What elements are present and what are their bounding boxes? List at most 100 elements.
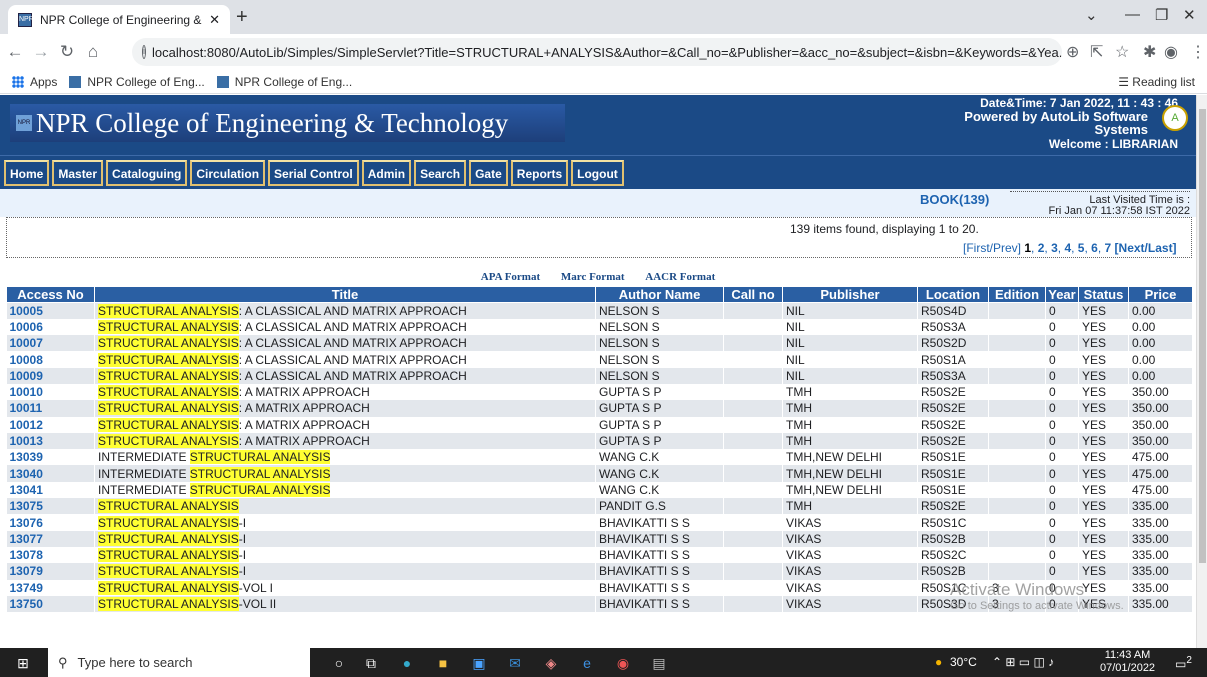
menu-kebab-icon[interactable]: ⋮ xyxy=(1190,42,1206,62)
access-no-link[interactable]: 13076 xyxy=(6,514,95,531)
home-icon[interactable]: ⌂ xyxy=(82,42,104,62)
chrome-icon[interactable]: ◉ xyxy=(614,654,632,672)
share-icon[interactable]: ⇱ xyxy=(1090,42,1103,62)
menu-gate[interactable]: Gate xyxy=(469,160,508,186)
access-no-link[interactable]: 13041 xyxy=(6,481,95,499)
zoom-icon[interactable]: ⊕ xyxy=(1066,42,1079,62)
table-row[interactable]: 13075 STRUCTURAL ANALYSIS PANDIT G.S TMH R50… xyxy=(6,498,1193,515)
access-no-link[interactable]: 13749 xyxy=(6,579,95,596)
mail-icon[interactable]: ✉ xyxy=(506,654,524,672)
menu-cataloguing[interactable]: Cataloguing xyxy=(106,160,188,186)
access-no-link[interactable]: 10008 xyxy=(6,351,95,368)
page-scrollbar[interactable] xyxy=(1196,95,1207,648)
access-no-link[interactable]: 10010 xyxy=(6,383,95,401)
url-input[interactable]: i localhost:8080/AutoLib/Simples/SimpleS… xyxy=(132,38,1062,66)
browser-tab[interactable]: NPR NPR College of Engineering & Te ✕ xyxy=(8,5,230,34)
new-tab-icon[interactable]: + xyxy=(236,6,248,29)
menu-serial-control[interactable]: Serial Control xyxy=(268,160,359,186)
table-row[interactable]: 10005 STRUCTURAL ANALYSIS: A CLASSICAL AN… xyxy=(6,302,1193,319)
access-no-link[interactable]: 13750 xyxy=(6,595,95,613)
table-row[interactable]: 13041 INTERMEDIATE STRUCTURAL ANALYSIS WAN… xyxy=(6,481,1193,499)
extensions-icon[interactable]: ✱ xyxy=(1143,42,1156,62)
search-highlight: STRUCTURAL ANALYSIS xyxy=(189,450,331,465)
tab-search-icon[interactable]: ⌄ xyxy=(1085,6,1098,24)
forward-icon[interactable]: → xyxy=(30,42,52,62)
access-no-link[interactable]: 13079 xyxy=(6,563,95,580)
tray-icons[interactable]: ⌃ ⊞ ▭ ◫ ♪ xyxy=(992,655,1054,669)
temperature[interactable]: 30°C xyxy=(950,655,977,669)
access-no-link[interactable]: 13040 xyxy=(6,465,95,482)
app-icon[interactable]: ◈ xyxy=(542,654,560,672)
reload-icon[interactable]: ↻ xyxy=(56,42,78,62)
windows-start-icon[interactable]: ⊞ xyxy=(14,654,32,672)
file-explorer-icon[interactable]: ■ xyxy=(434,654,452,672)
bookmark-apps[interactable]: Apps xyxy=(12,75,57,89)
pager-page-link[interactable]: 2 xyxy=(1038,241,1045,255)
pager-page-link[interactable]: 7 xyxy=(1105,241,1112,255)
menu-admin[interactable]: Admin xyxy=(361,160,412,186)
apa-format-link[interactable]: APA Format xyxy=(481,271,540,283)
internet-explorer-icon[interactable]: e xyxy=(578,654,596,672)
table-row[interactable]: 10012 STRUCTURAL ANALYSIS: A MATRIX APPRO… xyxy=(6,416,1193,433)
site-info-icon[interactable]: i xyxy=(142,45,146,59)
scrollbar-thumb[interactable] xyxy=(1199,109,1206,563)
menu-home[interactable]: Home xyxy=(4,160,50,186)
table-row[interactable]: 13040 INTERMEDIATE STRUCTURAL ANALYSIS WAN… xyxy=(6,465,1193,482)
menu-search[interactable]: Search xyxy=(414,160,467,186)
bookmark-npr-1[interactable]: NPR College of Eng... xyxy=(69,75,205,89)
access-no-link[interactable]: 10007 xyxy=(6,335,95,352)
pager-page-link[interactable]: 5 xyxy=(1078,241,1085,255)
menu-master[interactable]: Master xyxy=(52,160,104,186)
menu-reports[interactable]: Reports xyxy=(510,160,569,186)
table-row[interactable]: 13079 STRUCTURAL ANALYSIS-I BHAVIKATTI S S… xyxy=(6,563,1193,580)
pager-page-link[interactable]: 3 xyxy=(1051,241,1058,255)
pub-cell: VIKAS xyxy=(782,579,918,596)
access-no-link[interactable]: 10009 xyxy=(6,367,95,384)
access-no-link[interactable]: 13078 xyxy=(6,546,95,564)
table-row[interactable]: 10009 STRUCTURAL ANALYSIS: A CLASSICAL AN… xyxy=(6,367,1193,384)
table-row[interactable]: 13039 INTERMEDIATE STRUCTURAL ANALYSIS WAN… xyxy=(6,449,1193,466)
table-row[interactable]: 13076 STRUCTURAL ANALYSIS-I BHAVIKATTI S S… xyxy=(6,514,1193,531)
menu-circulation[interactable]: Circulation xyxy=(190,160,266,186)
access-no-link[interactable]: 10012 xyxy=(6,416,95,433)
table-row[interactable]: 13078 STRUCTURAL ANALYSIS-I BHAVIKATTI S S… xyxy=(6,546,1193,564)
back-icon[interactable]: ← xyxy=(4,42,26,62)
pager-first-prev[interactable]: [First/Prev] xyxy=(963,241,1021,255)
table-row[interactable]: 13077 STRUCTURAL ANALYSIS-I BHAVIKATTI S S… xyxy=(6,530,1193,547)
notification-icon[interactable]: ▭2 xyxy=(1175,655,1192,671)
taskbar-search-input[interactable]: ⚲ Type here to search xyxy=(48,648,310,677)
tab-close-icon[interactable]: ✕ xyxy=(209,12,220,28)
reading-list[interactable]: ☰ Reading list xyxy=(1118,75,1195,89)
access-no-link[interactable]: 10005 xyxy=(6,302,95,319)
pager-page-link[interactable]: 6 xyxy=(1091,241,1098,255)
table-row[interactable]: 10013 STRUCTURAL ANALYSIS: A MATRIX APPRO… xyxy=(6,432,1193,450)
edge-icon[interactable]: ● xyxy=(398,654,416,672)
app-window-icon[interactable]: ▤ xyxy=(650,654,668,672)
table-row[interactable]: 10008 STRUCTURAL ANALYSIS: A CLASSICAL AN… xyxy=(6,351,1193,368)
access-no-link[interactable]: 10006 xyxy=(6,318,95,336)
store-icon[interactable]: ▣ xyxy=(470,654,488,672)
minimize-icon[interactable]: — xyxy=(1125,6,1140,23)
table-row[interactable]: 10010 STRUCTURAL ANALYSIS: A MATRIX APPRO… xyxy=(6,383,1193,401)
cortana-icon[interactable]: ○ xyxy=(330,654,348,672)
menu-logout[interactable]: Logout xyxy=(571,160,624,186)
profile-avatar[interactable]: ◉ xyxy=(1164,42,1178,62)
bookmark-npr-2[interactable]: NPR College of Eng... xyxy=(216,75,352,89)
access-no-link[interactable]: 10011 xyxy=(6,400,95,417)
access-no-link[interactable]: 13077 xyxy=(6,530,95,547)
task-view-icon[interactable]: ⧉ xyxy=(362,654,380,672)
bookmark-star-icon[interactable]: ☆ xyxy=(1115,42,1129,62)
access-no-link[interactable]: 13075 xyxy=(6,498,95,515)
marc-format-link[interactable]: Marc Format xyxy=(561,271,625,283)
access-no-link[interactable]: 10013 xyxy=(6,432,95,450)
access-no-link[interactable]: 13039 xyxy=(6,449,95,466)
clock[interactable]: 11:43 AM 07/01/2022 xyxy=(1100,649,1155,675)
table-row[interactable]: 10007 STRUCTURAL ANALYSIS: A CLASSICAL AN… xyxy=(6,335,1193,352)
pager-next-last[interactable]: [Next/Last] xyxy=(1115,241,1177,255)
pager-page-link[interactable]: 4 xyxy=(1064,241,1071,255)
window-close-icon[interactable]: ✕ xyxy=(1183,6,1196,24)
maximize-icon[interactable]: ❐ xyxy=(1155,6,1168,24)
table-row[interactable]: 10011 STRUCTURAL ANALYSIS: A MATRIX APPRO… xyxy=(6,400,1193,417)
aacr-format-link[interactable]: AACR Format xyxy=(645,271,715,283)
table-row[interactable]: 10006 STRUCTURAL ANALYSIS: A CLASSICAL AN… xyxy=(6,318,1193,336)
